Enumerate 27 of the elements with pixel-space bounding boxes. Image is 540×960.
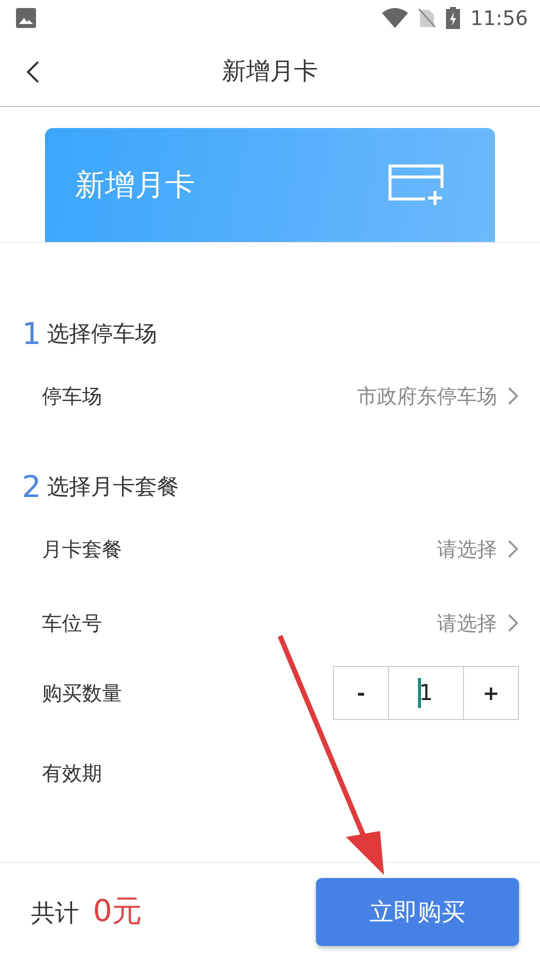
row-label: 购买数量: [42, 680, 123, 706]
chevron-right-icon: [507, 613, 519, 633]
step-number: 2: [22, 470, 42, 504]
select-placeholder[interactable]: 请选择: [437, 536, 519, 562]
row-label: 停车场: [42, 382, 103, 410]
row-label: 月卡套餐: [42, 536, 123, 562]
battery-icon: [446, 7, 460, 29]
banner-title: 新增月卡: [75, 166, 195, 204]
buy-button[interactable]: 立即购买: [316, 878, 519, 946]
status-time: 11:56: [470, 6, 528, 30]
total-amount: 0元: [93, 894, 142, 929]
no-sim-icon: [418, 8, 436, 28]
page-title: 新增月卡: [222, 56, 318, 87]
row-label: 车位号: [42, 610, 103, 636]
back-icon[interactable]: [26, 61, 40, 83]
wifi-icon: [382, 8, 408, 28]
chevron-right-icon: [507, 386, 519, 406]
step-number: 1: [22, 316, 42, 352]
select-placeholder[interactable]: 请选择: [437, 610, 519, 636]
section-title: 选择停车场: [47, 321, 158, 349]
section-title: 选择月卡套餐: [47, 474, 180, 502]
image-icon: [16, 8, 36, 28]
chevron-right-icon: [507, 539, 519, 559]
card-add-icon: [387, 163, 445, 207]
row-label: 有效期: [42, 760, 103, 786]
total-label: 共计: [31, 899, 79, 927]
select-value[interactable]: 市政府东停车场: [357, 382, 519, 410]
